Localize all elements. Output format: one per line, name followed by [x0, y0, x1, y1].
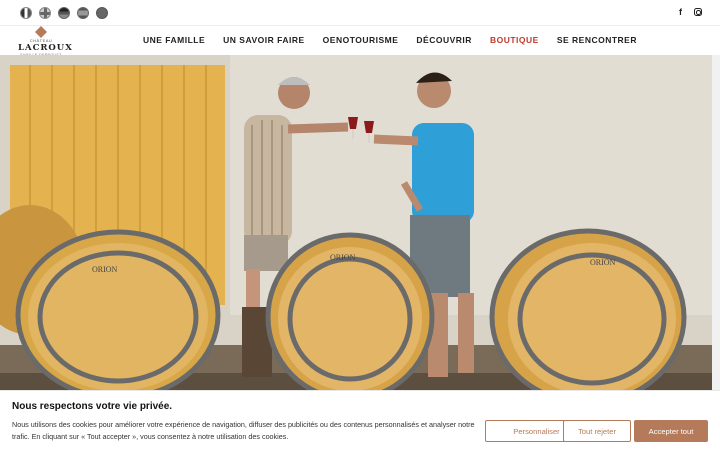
nav-item-decouvrir[interactable]: DÉCOUVRIR	[416, 35, 472, 45]
logo-emblem-icon	[35, 26, 47, 38]
top-bar: f	[0, 0, 720, 26]
page-scrollbar[interactable]	[712, 55, 720, 393]
hero-image: ORION ORION ORION	[0, 55, 712, 393]
flag-es-icon[interactable]	[77, 7, 89, 19]
logo-name: LACROUX	[18, 43, 73, 53]
flag-en-icon[interactable]	[39, 7, 51, 19]
language-switcher	[20, 7, 108, 19]
instagram-icon[interactable]	[694, 8, 702, 16]
nav-item-oenotourisme[interactable]: OENOTOURISME	[323, 35, 399, 45]
barrel-label-1: ORION	[92, 265, 118, 274]
facebook-icon[interactable]: f	[679, 7, 682, 17]
nav-item-se-rencontrer[interactable]: SE RENCONTRER	[557, 35, 637, 45]
social-links: f	[679, 7, 702, 17]
accept-all-button[interactable]: Accepter tout	[634, 420, 708, 442]
site-logo[interactable]: CHÂTEAU LACROUX FAMILLE DERBOUST	[18, 26, 73, 57]
reject-all-button[interactable]: Tout rejeter	[563, 420, 631, 442]
cookie-text: Nous utilisons des cookies pour améliore…	[12, 420, 475, 441]
flag-it-icon[interactable]	[96, 7, 108, 19]
main-nav: UNE FAMILLE UN SAVOIR FAIRE OENOTOURISME…	[143, 35, 655, 45]
nav-item-savoir-faire[interactable]: UN SAVOIR FAIRE	[223, 35, 305, 45]
flag-de-icon[interactable]	[58, 7, 70, 19]
cookie-banner: Nous respectons votre vie privée. Nous u…	[0, 390, 720, 450]
nav-item-une-famille[interactable]: UNE FAMILLE	[143, 35, 205, 45]
nav-item-boutique[interactable]: BOUTIQUE	[490, 35, 539, 45]
hero-photo: ORION ORION ORION	[0, 55, 712, 393]
flag-fr-icon[interactable]	[20, 7, 32, 19]
cookie-title: Nous respectons votre vie privée.	[12, 401, 173, 412]
barrel-label-2: ORION	[330, 253, 356, 262]
barrel-label-3: ORION	[590, 258, 616, 267]
site-header: CHÂTEAU LACROUX FAMILLE DERBOUST UNE FAM…	[0, 26, 720, 57]
